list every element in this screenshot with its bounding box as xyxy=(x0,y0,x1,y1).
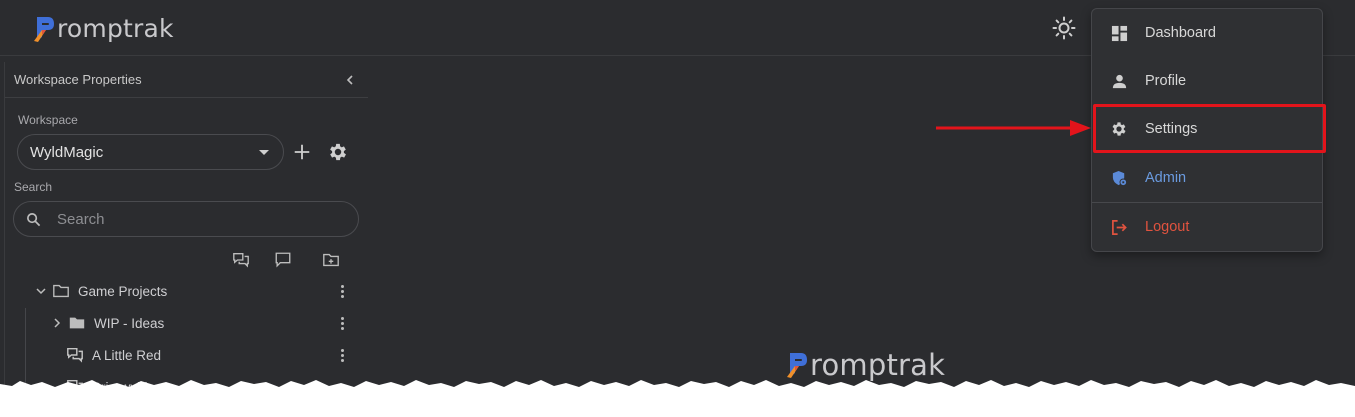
workspace-label: Workspace xyxy=(18,113,78,127)
logo-mark-icon xyxy=(34,16,54,42)
tree-item-label: WIP - Ideas xyxy=(94,315,165,331)
menu-item-label: Profile xyxy=(1145,73,1187,89)
logo-text: romptrak xyxy=(57,14,174,43)
tree-folder-game-projects[interactable]: Game Projects xyxy=(35,275,350,307)
new-chat-group-button[interactable] xyxy=(231,250,251,270)
more-vert-icon[interactable] xyxy=(334,348,350,362)
new-chat-button[interactable] xyxy=(273,250,293,270)
more-vert-icon[interactable] xyxy=(334,284,350,298)
search-label: Search xyxy=(14,180,53,194)
chevron-left-icon[interactable] xyxy=(342,72,358,88)
dashboard-icon xyxy=(1110,24,1128,42)
logout-icon xyxy=(1110,218,1128,236)
workspace-sidebar: Workspace Properties Workspace WyldMagic… xyxy=(4,62,368,417)
folder-outline-icon xyxy=(53,284,69,298)
workspace-select[interactable]: WyldMagic xyxy=(17,134,284,170)
caret-down-icon xyxy=(259,149,269,155)
menu-item-label: Logout xyxy=(1145,219,1190,235)
new-folder-button[interactable] xyxy=(321,250,341,270)
chevron-right-icon[interactable] xyxy=(51,317,63,329)
chat-multiple-icon xyxy=(233,253,249,268)
menu-item-profile[interactable]: Profile xyxy=(1092,57,1322,105)
search-input[interactable] xyxy=(57,210,317,228)
sidebar-title: Workspace Properties xyxy=(14,72,142,87)
app-logo[interactable]: romptrak xyxy=(33,14,174,43)
workspace-value: WyldMagic xyxy=(30,143,104,161)
pointer-arrow-icon xyxy=(936,120,1091,136)
workspace-settings-button[interactable] xyxy=(326,140,350,164)
chat-icon xyxy=(275,252,291,268)
menu-item-dashboard[interactable]: Dashboard xyxy=(1092,9,1322,57)
shield-lock-icon xyxy=(1110,169,1128,187)
tree-item-label: Game Projects xyxy=(78,283,168,299)
menu-item-logout[interactable]: Logout xyxy=(1092,203,1322,251)
sun-icon[interactable] xyxy=(1052,16,1076,40)
chevron-down-icon[interactable] xyxy=(35,285,47,297)
add-workspace-button[interactable] xyxy=(291,141,313,163)
torn-edge xyxy=(0,380,1355,417)
plus-icon xyxy=(294,144,310,160)
folder-filled-icon xyxy=(69,317,85,329)
menu-item-label: Admin xyxy=(1145,170,1187,186)
tree-folder-wip-ideas[interactable]: WIP - Ideas xyxy=(51,307,350,339)
search-icon xyxy=(27,212,41,226)
app-window: romptrak Workspace Properties Workspace xyxy=(0,0,1355,417)
settings-highlight-box xyxy=(1093,104,1326,153)
search-field[interactable] xyxy=(13,201,359,237)
person-icon xyxy=(1110,72,1128,90)
tree-item-label: A Little Red xyxy=(92,347,162,363)
folder-add-icon xyxy=(323,253,339,267)
gear-icon xyxy=(330,143,346,161)
menu-item-admin[interactable]: Admin xyxy=(1092,154,1322,202)
chat-multiple-icon xyxy=(67,347,83,363)
menu-item-label: Dashboard xyxy=(1145,25,1216,41)
sidebar-header: Workspace Properties xyxy=(5,62,368,98)
tree-chat-a-little-red[interactable]: A Little Red xyxy=(66,339,350,371)
more-vert-icon[interactable] xyxy=(334,316,350,330)
